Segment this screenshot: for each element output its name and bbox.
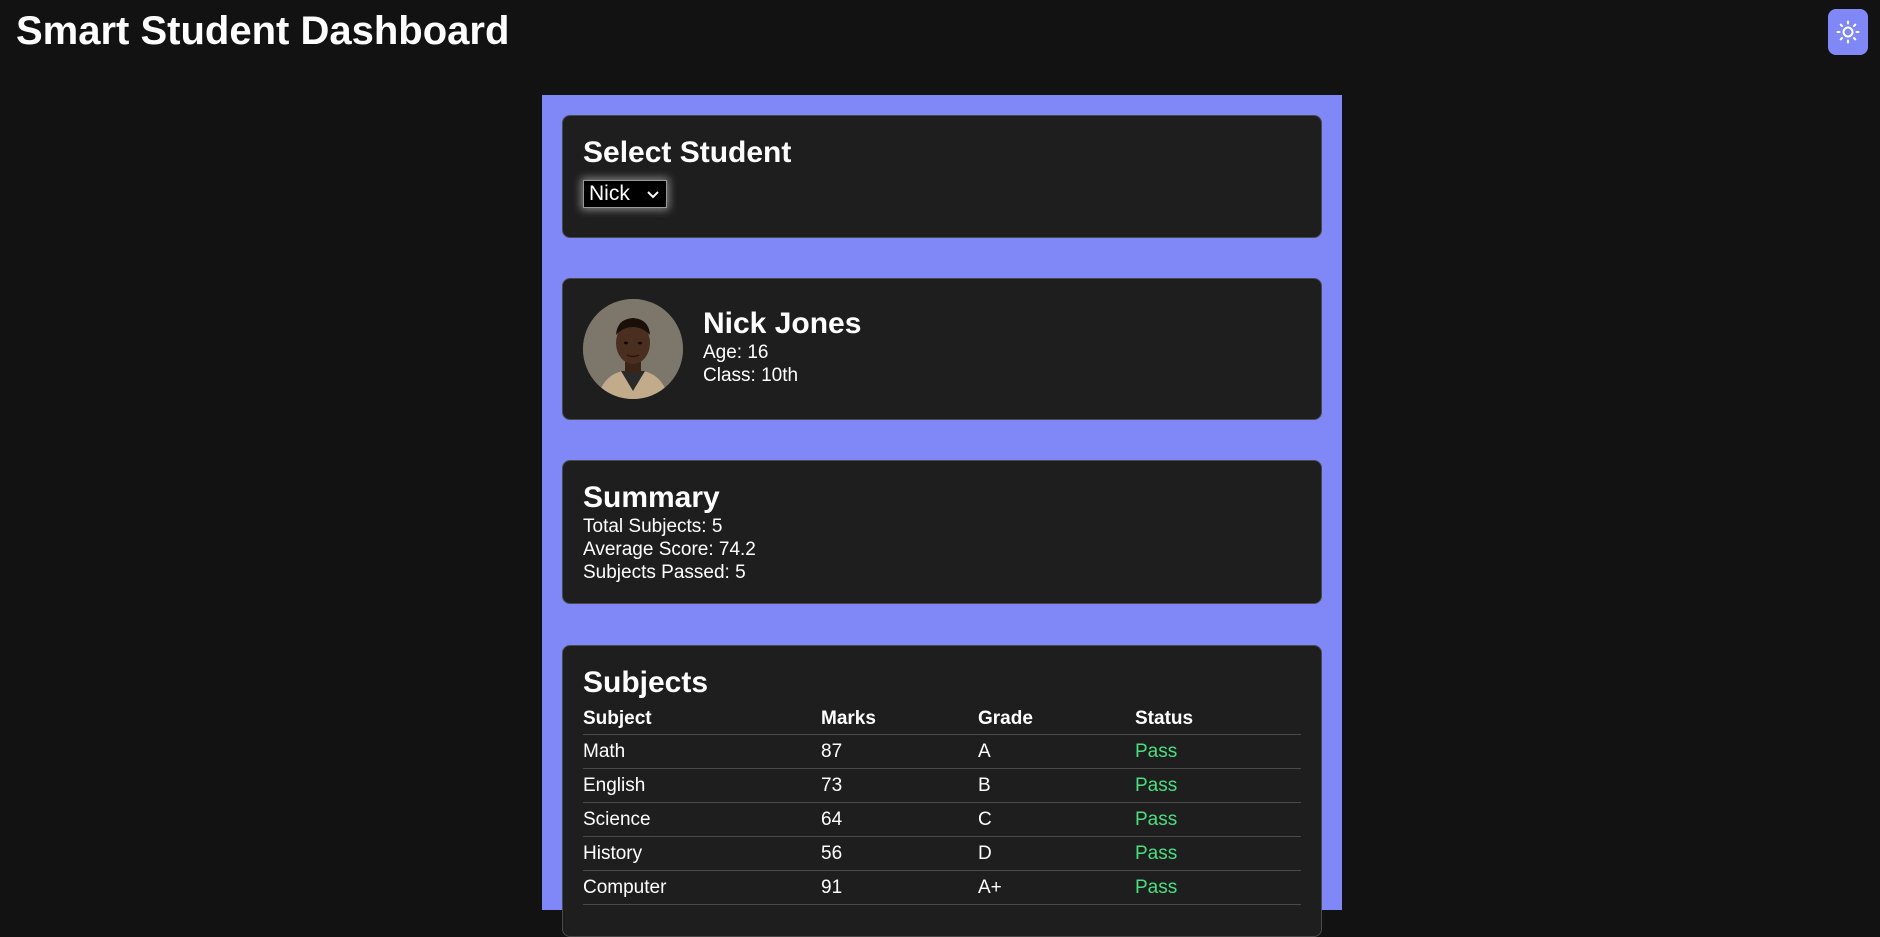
subjects-table: Subject Marks Grade Status Math 87 A Pas… <box>583 702 1301 905</box>
grade-cell: D <box>978 836 1135 871</box>
subject-cell: History <box>583 836 821 871</box>
subject-cell: Math <box>583 734 821 769</box>
sun-icon <box>1836 20 1860 44</box>
student-class: Class: 10th <box>703 365 799 386</box>
summary-heading: Summary <box>583 481 720 514</box>
summary-card: Summary Total Subjects: 5 Average Score:… <box>562 460 1322 604</box>
subject-cell: Computer <box>583 870 821 905</box>
student-name: Nick Jones <box>703 307 862 340</box>
column-header-status: Status <box>1135 702 1301 735</box>
marks-cell: 73 <box>821 768 978 803</box>
student-select-value: Nick <box>589 182 630 205</box>
student-photo <box>583 299 683 399</box>
column-header-marks: Marks <box>821 702 978 735</box>
student-select[interactable]: Nick <box>583 180 667 208</box>
table-row: English 73 B Pass <box>583 768 1301 803</box>
marks-cell: 91 <box>821 870 978 905</box>
subjects-passed: Subjects Passed: 5 <box>583 562 746 583</box>
grade-cell: A+ <box>978 870 1135 905</box>
top-bar: Smart Student Dashboard <box>0 0 1880 60</box>
grade-cell: A <box>978 734 1135 769</box>
average-score: Average Score: 74.2 <box>583 539 756 560</box>
table-row: Math 87 A Pass <box>583 734 1301 769</box>
subject-cell: Science <box>583 802 821 837</box>
status-cell: Pass <box>1135 734 1301 769</box>
table-row: Science 64 C Pass <box>583 802 1301 837</box>
chevron-down-icon <box>647 191 659 199</box>
app-title: Smart Student Dashboard <box>16 9 510 53</box>
grade-cell: B <box>978 768 1135 803</box>
subjects-card: Subjects Subject Marks Grade Status Math… <box>562 645 1322 937</box>
column-header-grade: Grade <box>978 702 1135 735</box>
total-subjects: Total Subjects: 5 <box>583 516 723 537</box>
subject-cell: English <box>583 768 821 803</box>
table-row: History 56 D Pass <box>583 836 1301 871</box>
select-student-heading: Select Student <box>583 136 792 169</box>
profile-info: Nick Jones Age: 16 Class: 10th <box>703 307 861 387</box>
status-cell: Pass <box>1135 768 1301 803</box>
column-header-subject: Subject <box>583 702 821 735</box>
marks-cell: 56 <box>821 836 978 871</box>
grade-cell: C <box>978 802 1135 837</box>
avatar <box>583 299 683 399</box>
student-age: Age: 16 <box>703 342 769 363</box>
select-student-card: Select Student Nick <box>562 115 1322 238</box>
subjects-heading: Subjects <box>583 666 709 699</box>
table-header-row: Subject Marks Grade Status <box>583 702 1301 735</box>
theme-toggle-button[interactable] <box>1828 9 1868 55</box>
status-cell: Pass <box>1135 802 1301 837</box>
marks-cell: 64 <box>821 802 978 837</box>
table-row: Computer 91 A+ Pass <box>583 870 1301 905</box>
status-cell: Pass <box>1135 870 1301 905</box>
profile-card: Nick Jones Age: 16 Class: 10th <box>562 278 1322 420</box>
status-cell: Pass <box>1135 836 1301 871</box>
marks-cell: 87 <box>821 734 978 769</box>
main-panel: Select Student Nick Nick Jones Age: 16 C… <box>542 95 1342 937</box>
